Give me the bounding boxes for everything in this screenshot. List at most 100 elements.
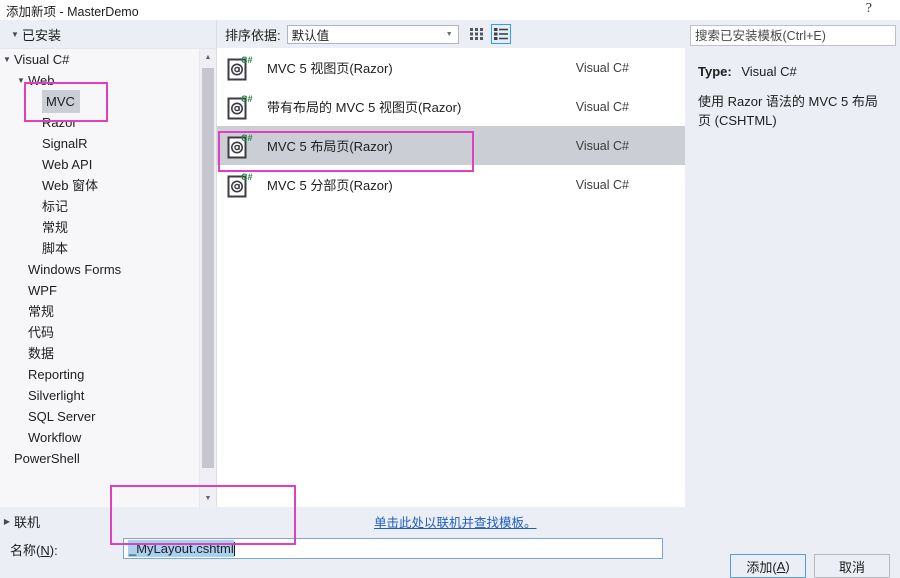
- tree-node-list[interactable]: ▼ Visual C# ▼ Web MVC Razor SignalR Web API…: [0, 49, 200, 507]
- template-row[interactable]: C# MVC 5 分部页(Razor) Visual C#: [217, 165, 685, 204]
- tree-node[interactable]: Windows Forms: [0, 259, 200, 280]
- razor-view-csharp-icon: C#: [225, 54, 253, 82]
- tree-node[interactable]: ▼ Web: [0, 70, 200, 91]
- tree-node-label: SignalR: [42, 136, 88, 151]
- tree-node-label: 代码: [28, 325, 55, 340]
- tree-node[interactable]: ▼ Visual C#: [0, 49, 200, 70]
- window-title: 添加新项 - MasterDemo: [6, 4, 139, 19]
- tree-caret-spacer: [14, 322, 28, 343]
- installed-templates-tree-panel: ▼ 已安装 ▼ Visual C# ▼ Web MVC Razor SignalR W…: [0, 20, 217, 507]
- find-online-templates-link[interactable]: 单击此处以联机并查找模板。: [374, 512, 537, 531]
- template-list-panel: 排序依据: 默认值 ▼ C# MVC 5 视图页(Razor) Visual C…: [217, 20, 685, 507]
- chevron-down-icon: ▼: [445, 30, 453, 38]
- tree-node[interactable]: 代码: [0, 322, 200, 343]
- tree-node[interactable]: SQL Server: [0, 406, 200, 427]
- tree-node-label: 脚本: [42, 241, 69, 256]
- tree-node-label: Visual C#: [14, 52, 70, 67]
- sort-by-label: 排序依据:: [225, 27, 281, 43]
- tree-node-label: 常规: [28, 304, 55, 319]
- tree-node[interactable]: Workflow: [0, 427, 200, 448]
- tree-node[interactable]: 脚本: [0, 238, 200, 259]
- tree-node[interactable]: SignalR: [0, 133, 200, 154]
- template-rows[interactable]: C# MVC 5 视图页(Razor) Visual C# C# 带有布局的 MVC 5…: [217, 48, 685, 507]
- tree-node[interactable]: 常规: [0, 217, 200, 238]
- detail-type-label: Type:: [698, 64, 732, 79]
- dialog-actions: 添加(A) 取消: [730, 554, 900, 578]
- tree-caret-spacer: [14, 427, 28, 448]
- tree-caret-spacer: [28, 217, 42, 238]
- sort-by-dropdown[interactable]: 默认值 ▼: [286, 24, 459, 44]
- tree-node[interactable]: 数据: [0, 343, 200, 364]
- scroll-down-arrow-icon[interactable]: ▼: [200, 490, 216, 507]
- tree-node-online[interactable]: ▶ 联机: [0, 510, 216, 532]
- scroll-up-arrow-icon[interactable]: ▲: [200, 49, 216, 66]
- search-input[interactable]: [691, 27, 895, 44]
- tree-node[interactable]: MVC: [0, 90, 200, 113]
- tree-node[interactable]: 常规: [0, 301, 200, 322]
- svg-text:C#: C#: [241, 133, 253, 143]
- tree-node[interactable]: 标记: [0, 196, 200, 217]
- list-toolbar: 排序依据: 默认值 ▼: [217, 20, 685, 48]
- list-view-button[interactable]: [490, 24, 511, 44]
- tree-caret-spacer: [28, 91, 42, 112]
- detail-type-row: Type: Visual C#: [698, 62, 888, 81]
- tree-node-online-label: 联机: [14, 514, 41, 530]
- tree-node-label: Windows Forms: [28, 262, 122, 277]
- template-row[interactable]: C# 带有布局的 MVC 5 视图页(Razor) Visual C#: [217, 87, 685, 126]
- window-title-bar: 添加新项 - MasterDemo: [0, 0, 900, 20]
- tree-caret-spacer: [14, 406, 28, 427]
- tree-node-label: Workflow: [28, 430, 82, 445]
- svg-text:C#: C#: [241, 172, 253, 182]
- tree-node[interactable]: Reporting: [0, 364, 200, 385]
- tile-view-button[interactable]: [467, 24, 487, 44]
- add-button[interactable]: 添加(A): [730, 554, 806, 578]
- scrollbar-thumb[interactable]: [202, 68, 214, 468]
- tree-node-label: Web API: [42, 157, 93, 172]
- chevron-down-icon[interactable]: ▼: [14, 70, 28, 91]
- tree-node[interactable]: Silverlight: [0, 385, 200, 406]
- tree-node-label: Silverlight: [28, 388, 85, 403]
- tree-node[interactable]: Web 窗体: [0, 175, 200, 196]
- template-row[interactable]: C# MVC 5 视图页(Razor) Visual C#: [217, 48, 685, 87]
- tree-caret-spacer: [28, 196, 42, 217]
- razor-view-csharp-icon: C#: [225, 171, 253, 199]
- add-new-item-dialog: ▼ 已安装 ▼ Visual C# ▼ Web MVC Razor SignalR W…: [0, 20, 900, 578]
- tree-node[interactable]: WPF: [0, 280, 200, 301]
- tree-caret-spacer: [14, 385, 28, 406]
- tree-node[interactable]: Web API: [0, 154, 200, 175]
- template-language: Visual C#: [575, 60, 629, 75]
- tree-node-label: 常规: [42, 220, 69, 235]
- template-details: Type: Visual C# 使用 Razor 语法的 MVC 5 布局页 (…: [686, 46, 900, 130]
- tree-node-label: Web: [28, 73, 55, 88]
- name-input-value: _MyLayout.cshtml: [128, 540, 234, 557]
- template-row[interactable]: C# MVC 5 布局页(Razor) Visual C#: [217, 126, 685, 165]
- tree-node[interactable]: Razor: [0, 112, 200, 133]
- tree-caret-spacer: [14, 259, 28, 280]
- tree-node-label: 数据: [28, 346, 55, 361]
- help-question-icon[interactable]: ?: [866, 1, 872, 17]
- tree-node-label: MVC: [42, 90, 80, 113]
- tree-caret-spacer: [14, 301, 28, 322]
- tree-caret-spacer: [28, 112, 42, 133]
- tree-node[interactable]: PowerShell: [0, 448, 200, 469]
- name-input[interactable]: _MyLayout.cshtml: [123, 538, 663, 559]
- svg-text:C#: C#: [241, 94, 253, 104]
- tree-caret-spacer: [28, 175, 42, 196]
- search-box[interactable]: [690, 25, 896, 46]
- cancel-button[interactable]: 取消: [814, 554, 890, 578]
- template-name: MVC 5 布局页(Razor): [267, 139, 393, 154]
- template-language: Visual C#: [575, 138, 629, 153]
- text-caret: [233, 541, 235, 556]
- tree-node-label: Razor: [42, 115, 77, 130]
- tree-caret-spacer: [28, 133, 42, 154]
- tree-scrollbar[interactable]: ▲ ▼: [199, 49, 216, 507]
- tree-caret-spacer: [0, 448, 14, 469]
- template-name: MVC 5 分部页(Razor): [267, 178, 393, 193]
- razor-view-csharp-icon: C#: [225, 132, 253, 160]
- chevron-down-icon[interactable]: ▼: [0, 49, 14, 70]
- list-view-icon: [493, 28, 508, 40]
- tree-header-installed: ▼ 已安装: [0, 20, 216, 49]
- tree-caret-spacer: [14, 280, 28, 301]
- tree-node-label: PowerShell: [14, 451, 80, 466]
- tree-caret-spacer: [28, 238, 42, 259]
